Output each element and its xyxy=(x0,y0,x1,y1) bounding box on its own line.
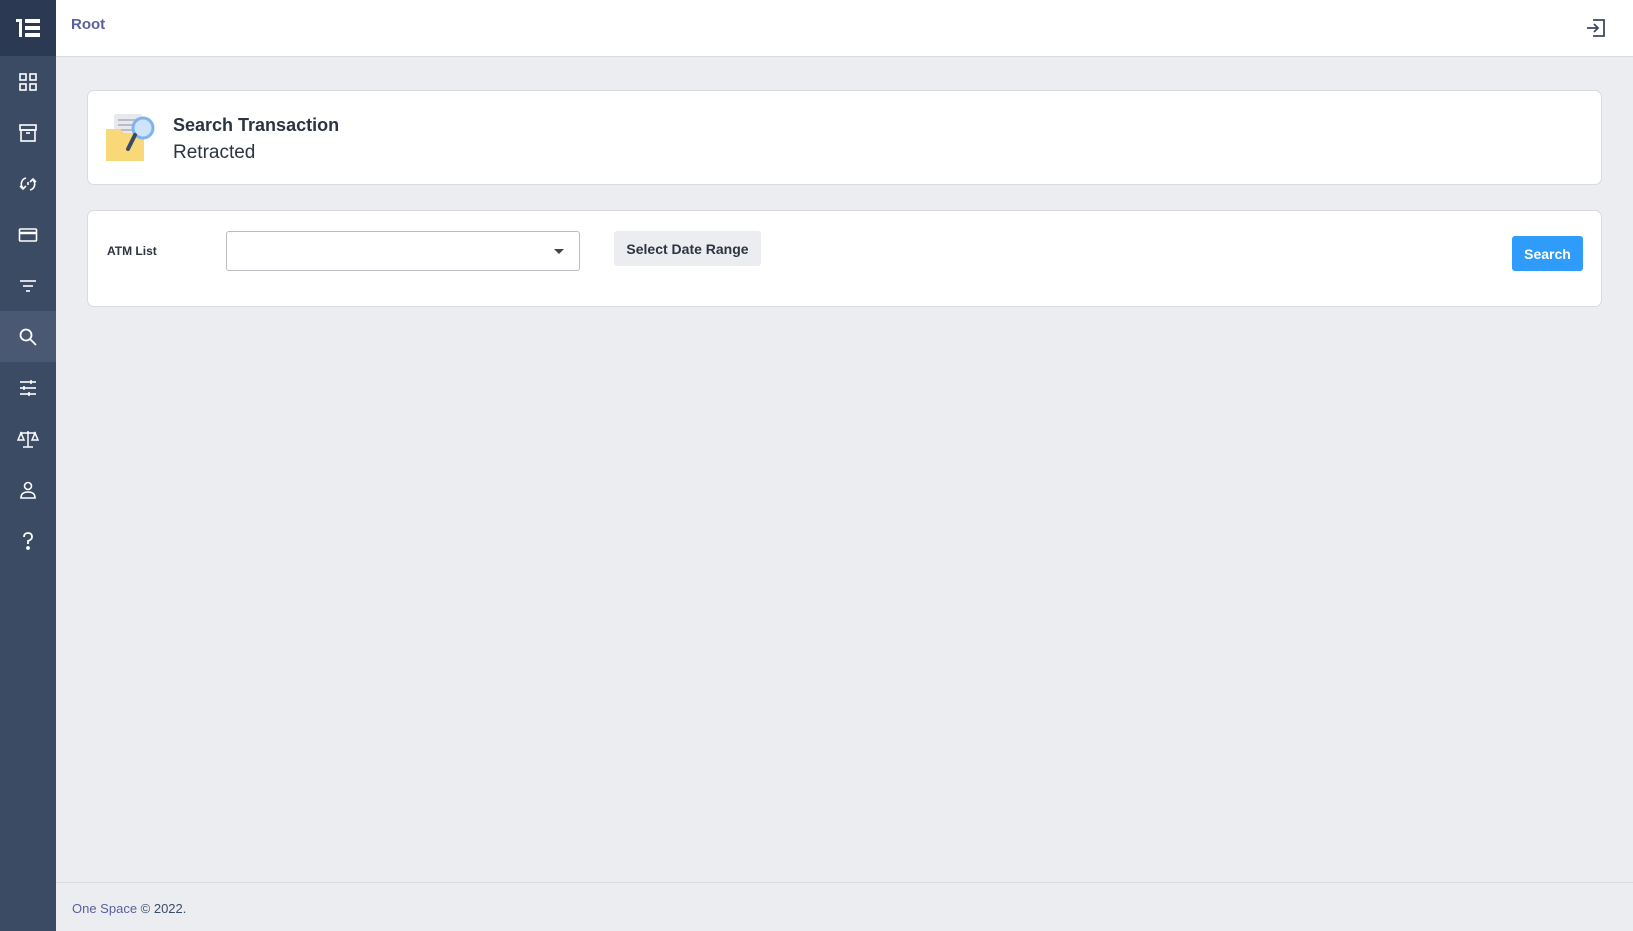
footer-text: One Space © 2022. xyxy=(72,901,186,916)
balance-scale-icon xyxy=(17,430,39,448)
logout-icon xyxy=(1587,19,1605,37)
page-title: Search Transaction xyxy=(173,115,340,135)
sidebar xyxy=(0,0,56,931)
logout-button[interactable] xyxy=(1585,17,1607,44)
user-icon xyxy=(20,481,36,499)
select-date-range-button[interactable]: Select Date Range xyxy=(614,231,761,266)
chevron-down-icon xyxy=(554,249,564,254)
sidebar-item-help[interactable] xyxy=(0,515,56,566)
footer-copyright: © 2022. xyxy=(137,901,187,916)
credit-card-icon xyxy=(18,227,38,242)
filter-lines-icon xyxy=(20,279,36,292)
footer-brand-link[interactable]: One Space xyxy=(72,901,137,916)
sidebar-item-sync[interactable] xyxy=(0,158,56,209)
top-header: Root xyxy=(56,0,1633,57)
folder-search-icon xyxy=(106,111,158,168)
breadcrumb-root[interactable]: Root xyxy=(71,16,105,33)
sliders-icon xyxy=(20,379,36,396)
sidebar-item-balance[interactable] xyxy=(0,413,56,464)
sidebar-item-filter[interactable] xyxy=(0,260,56,311)
search-icon xyxy=(19,328,37,346)
help-question-icon xyxy=(23,531,33,550)
atm-list-select[interactable] xyxy=(226,231,580,271)
search-filter-card: ATM List Select Date Range Search xyxy=(87,210,1602,307)
sync-arrows-icon xyxy=(19,176,37,191)
sidebar-item-search[interactable] xyxy=(0,311,56,362)
page-subtitle: Retracted xyxy=(173,142,256,163)
sidebar-item-dashboard[interactable] xyxy=(0,56,56,107)
page-title-card: Search Transaction Retracted xyxy=(87,90,1602,185)
sidebar-item-cards[interactable] xyxy=(0,209,56,260)
search-button[interactable]: Search xyxy=(1512,236,1583,271)
sidebar-item-archive[interactable] xyxy=(0,107,56,158)
sidebar-item-user[interactable] xyxy=(0,464,56,515)
sidebar-brand[interactable] xyxy=(0,0,56,56)
sidebar-item-settings[interactable] xyxy=(0,362,56,413)
footer: One Space © 2022. xyxy=(56,882,1633,931)
brand-logo-icon xyxy=(16,19,40,37)
dashboard-grid-icon xyxy=(19,72,37,91)
archive-box-icon xyxy=(19,123,37,142)
atm-list-label: ATM List xyxy=(107,244,157,258)
